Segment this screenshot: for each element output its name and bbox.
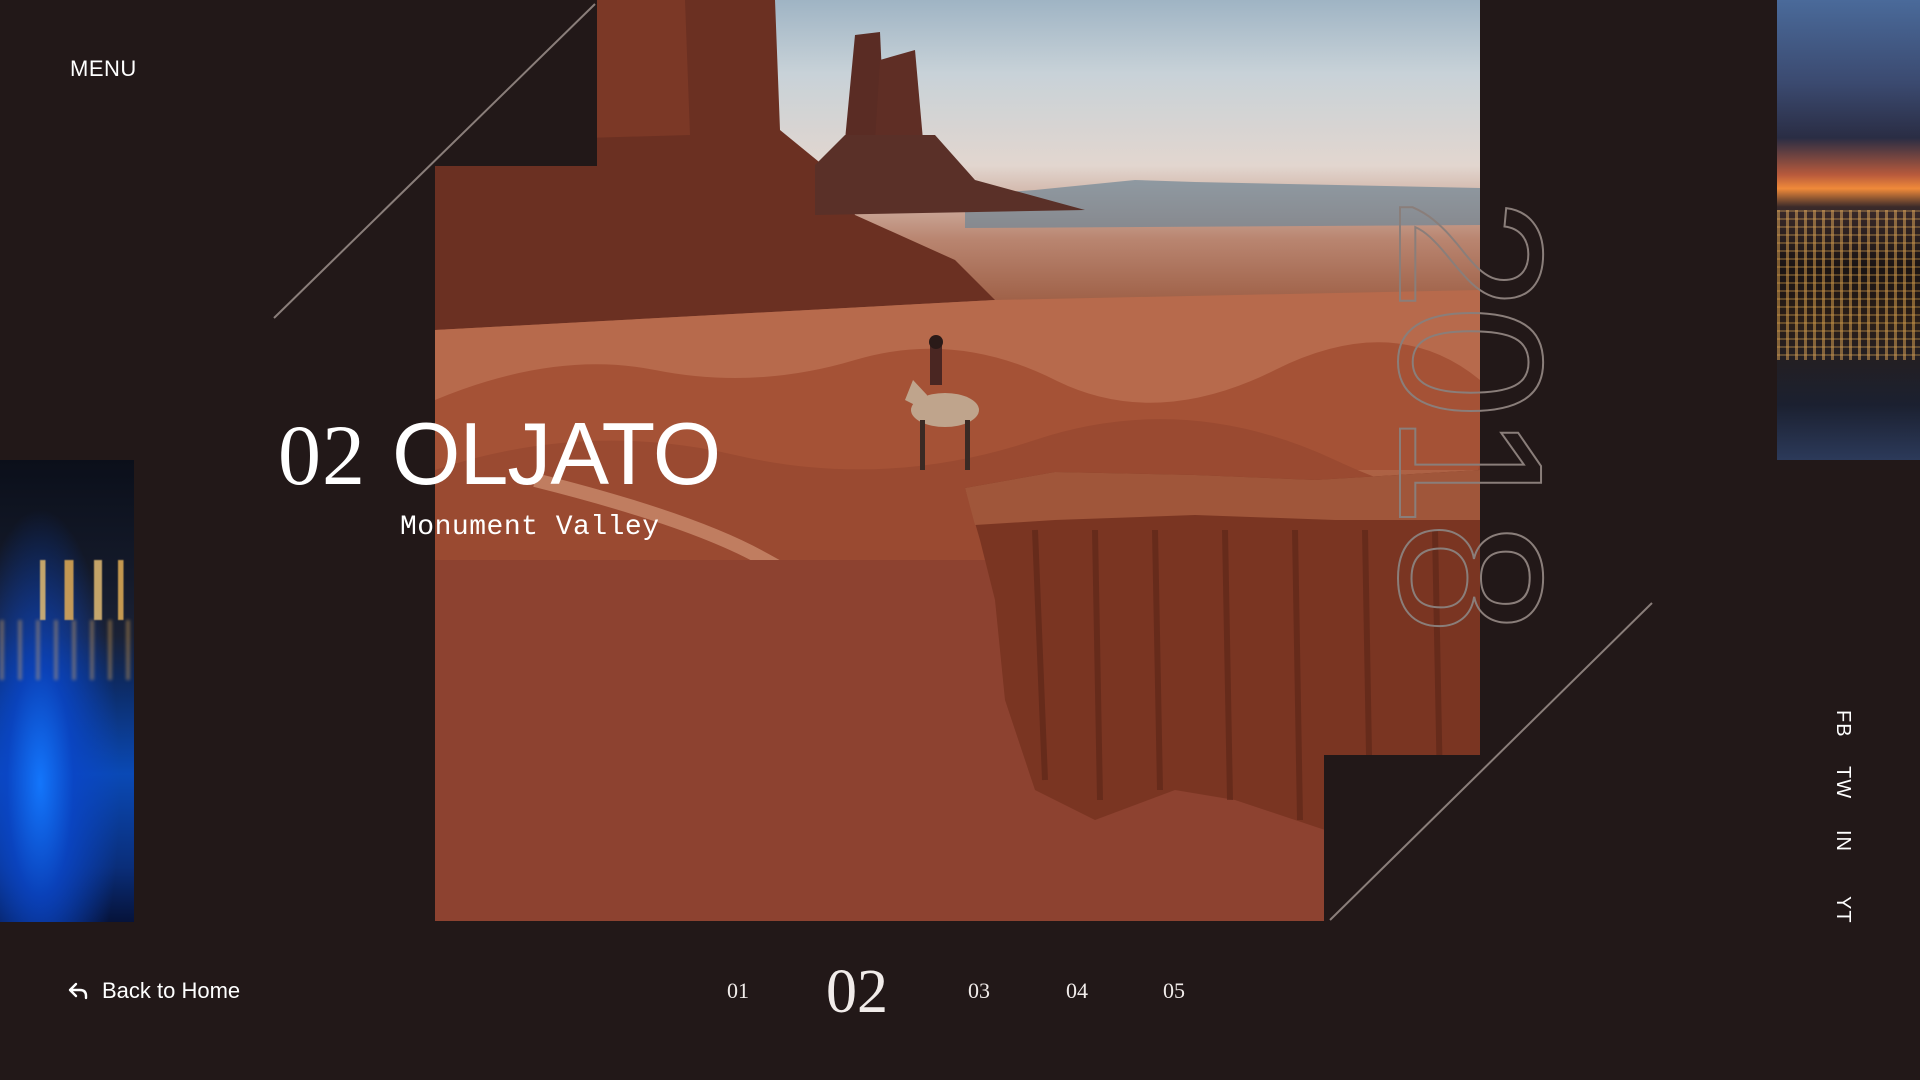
back-to-home-label: Back to Home — [102, 978, 241, 1003]
page-link-02-active[interactable]: 02 — [826, 957, 888, 1028]
page-link-04[interactable]: 04 — [1066, 978, 1088, 1004]
back-to-home-link[interactable]: Back to Home — [68, 978, 240, 1004]
slide-name: OLJATO — [392, 404, 721, 503]
water-reflection-decoration — [0, 620, 134, 680]
svg-text:2018: 2018 — [1370, 197, 1585, 629]
social-link-tw[interactable]: TW — [1831, 766, 1854, 799]
page-link-01[interactable]: 01 — [727, 978, 749, 1004]
page-link-05[interactable]: 05 — [1163, 978, 1185, 1004]
social-link-yt[interactable]: YT — [1831, 896, 1854, 924]
slide-number: 02 — [278, 407, 366, 503]
frame-corner-bottom-right — [1324, 755, 1480, 921]
slide-title: 02 OLJATO — [278, 410, 721, 499]
reply-arrow-icon — [68, 982, 88, 1000]
social-link-fb[interactable]: FB — [1831, 710, 1854, 738]
next-slide-preview[interactable] — [1777, 0, 1920, 460]
previous-slide-preview[interactable] — [0, 460, 134, 922]
page-link-03[interactable]: 03 — [968, 978, 990, 1004]
city-lights-decoration — [1777, 210, 1920, 360]
year-outline: 2018 — [1370, 196, 1586, 630]
city-lights-decoration — [0, 560, 134, 620]
social-link-in[interactable]: IN — [1831, 830, 1854, 852]
slide-subtitle: Monument Valley — [400, 512, 660, 543]
menu-button[interactable]: MENU — [70, 56, 137, 82]
frame-corner-top-left — [435, 0, 597, 166]
